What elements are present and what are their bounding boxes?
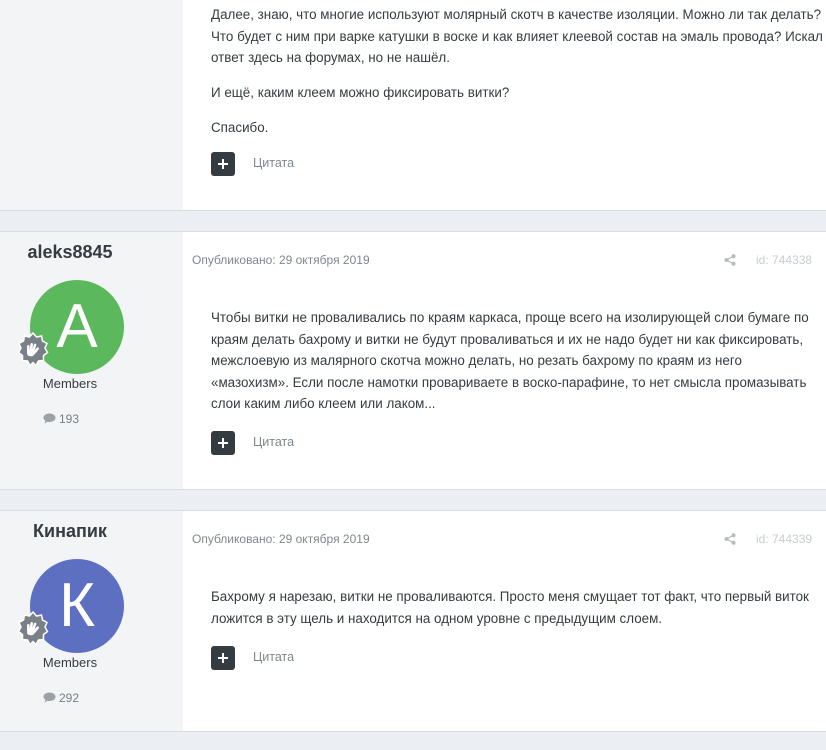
post-content: Далее, знаю, что многие используют моляр… [211,4,823,152]
post-paragraph: Чтобы витки не проваливались по краям ка… [211,310,809,411]
share-icon[interactable] [724,253,736,271]
multiquote-plus-icon[interactable] [211,431,235,455]
multiquote-plus-icon[interactable] [211,646,235,670]
post-count-value: 193 [59,412,80,426]
post-date[interactable]: Опубликовано: 29 октября 2019 [192,532,370,546]
post-id[interactable]: id: 744338 [756,253,812,267]
post-count: 193 [43,412,79,426]
post-content: Бахрому я нарезаю, витки не проваливаютс… [211,586,823,643]
hand-badge-icon [15,610,51,647]
member-group: Members [42,655,98,670]
post-paragraph: И ещё, каким клеем можно фиксировать вит… [211,85,510,100]
post-date[interactable]: Опубликовано: 29 октября 2019 [192,253,370,267]
author-sidebar: aleks8845 A Members 193 [0,232,183,489]
post-count-value: 292 [59,691,80,705]
forum-post: Далее, знаю, что многие используют моляр… [0,0,826,211]
forum-post: aleks8845 A Members 193 Опубликовано: 29… [0,231,826,490]
quote-button[interactable]: Цитата [253,650,294,664]
comment-icon [43,692,56,703]
share-icon[interactable] [724,532,736,550]
author-name[interactable]: aleks8845 [0,242,140,263]
author-sidebar [0,0,183,210]
author-sidebar: Кинапик К Members 292 [0,511,183,731]
post-paragraph: Спасибо. [211,120,269,135]
author-name[interactable]: Кинапик [0,521,140,542]
post-content: Чтобы витки не проваливались по краям ка… [211,307,823,428]
post-paragraph: Далее, знаю, что многие используют моляр… [211,7,823,65]
post-paragraph: Бахрому я нарезаю, витки не проваливаютс… [211,589,809,626]
quote-button[interactable]: Цитата [253,435,294,449]
quote-button[interactable]: Цитата [253,156,294,170]
forum-post: Кинапик К Members 292 Опубликовано: 29 о… [0,510,826,732]
post-id[interactable]: id: 744339 [756,532,812,546]
hand-badge-icon [15,331,51,368]
post-count: 292 [43,691,79,705]
post-body: Далее, знаю, что многие используют моляр… [183,0,826,210]
comment-icon [43,413,56,424]
post-body: Опубликовано: 29 октября 2019 id: 744338… [183,232,826,489]
multiquote-plus-icon[interactable] [211,152,235,176]
post-body: Опубликовано: 29 октября 2019 id: 744339… [183,511,826,731]
member-group: Members [42,376,98,391]
